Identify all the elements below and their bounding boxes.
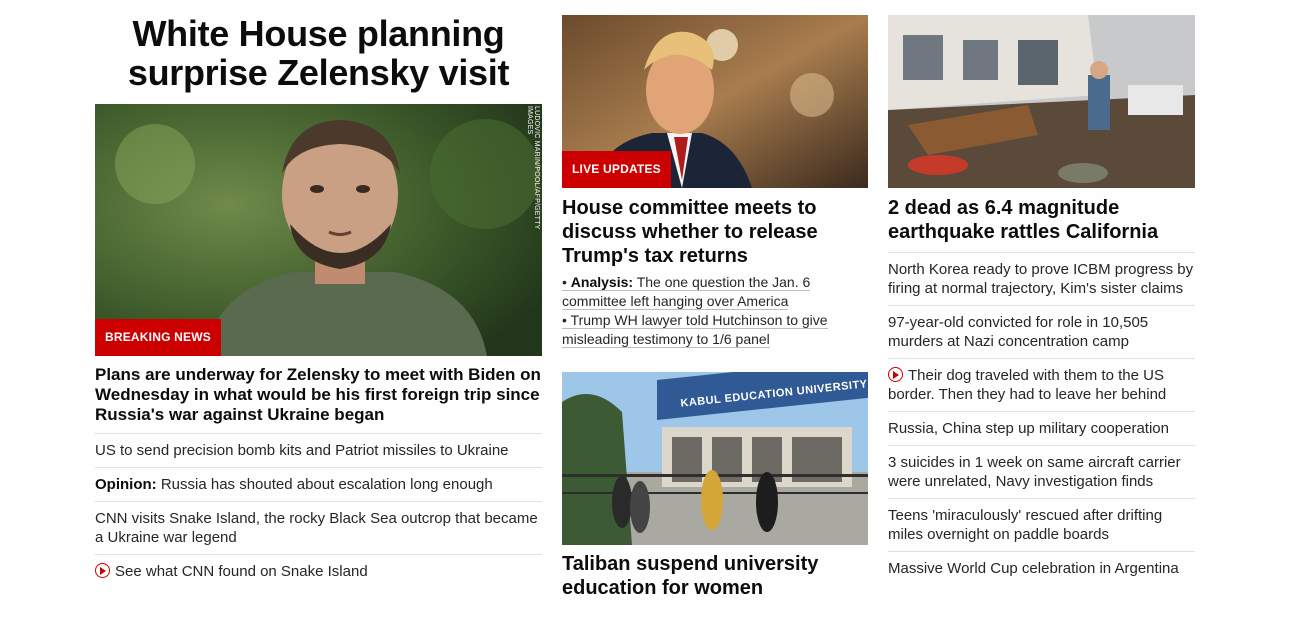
live-updates-badge: LIVE UPDATES <box>562 151 671 188</box>
analysis-label: Analysis: <box>570 274 634 290</box>
list-item[interactable]: CNN visits Snake Island, the rocky Black… <box>95 501 542 554</box>
item-text: US to send precision bomb kits and Patri… <box>95 442 509 459</box>
list-item[interactable]: North Korea ready to prove ICBM progress… <box>888 252 1195 305</box>
earthquake-image[interactable] <box>888 15 1195 188</box>
right-column: 2 dead as 6.4 magnitude earthquake rattl… <box>888 0 1195 585</box>
image-credit: LUDOVIC MARIN/POOL/AFP/GETTY IMAGES <box>526 106 540 230</box>
opinion-label: Opinion: <box>95 476 157 493</box>
breaking-news-badge: BREAKING NEWS <box>95 319 221 356</box>
item-text: Teens 'miraculously' rescued after drift… <box>888 507 1163 543</box>
analysis-link[interactable]: • Analysis: The one question the Jan. 6 … <box>562 273 868 311</box>
play-icon <box>95 563 110 578</box>
item-text: Russia has shouted about escalation long… <box>160 476 493 493</box>
list-item[interactable]: Massive World Cup celebration in Argenti… <box>888 551 1195 585</box>
earthquake-headline[interactable]: 2 dead as 6.4 magnitude earthquake rattl… <box>888 196 1195 244</box>
hutchinson-link[interactable]: • Trump WH lawyer told Hutchinson to giv… <box>562 311 868 349</box>
lead-title[interactable]: White House planning surprise Zelensky v… <box>95 14 542 92</box>
list-item[interactable]: See what CNN found on Snake Island <box>95 554 542 588</box>
bullet: • <box>562 274 567 290</box>
item-text: CNN visits Snake Island, the rocky Black… <box>95 510 538 546</box>
taliban-university-image[interactable]: KABUL EDUCATION UNIVERSITY <box>562 372 868 545</box>
list-item[interactable]: Teens 'miraculously' rescued after drift… <box>888 498 1195 551</box>
trump-related-links: • Analysis: The one question the Jan. 6 … <box>562 273 868 349</box>
item-text: 3 suicides in 1 week on same aircraft ca… <box>888 454 1181 490</box>
item-text: Russia, China step up military cooperati… <box>888 420 1169 437</box>
lead-related-list: US to send precision bomb kits and Patri… <box>95 433 542 588</box>
trump-headline[interactable]: House committee meets to discuss whether… <box>562 196 868 268</box>
bullet: • <box>562 312 567 328</box>
item-text: Their dog traveled with them to the US b… <box>888 367 1167 403</box>
item-text: North Korea ready to prove ICBM progress… <box>888 261 1194 297</box>
lead-column: White House planning surprise Zelensky v… <box>95 0 542 588</box>
list-item[interactable]: Their dog traveled with them to the US b… <box>888 358 1195 411</box>
list-item[interactable]: 3 suicides in 1 week on same aircraft ca… <box>888 445 1195 498</box>
right-headline-list: North Korea ready to prove ICBM progress… <box>888 252 1195 585</box>
item-text: Massive World Cup celebration in Argenti… <box>888 560 1179 577</box>
middle-column: LIVE UPDATES House committee meets to di… <box>562 0 868 600</box>
lead-headline[interactable]: Plans are underway for Zelensky to meet … <box>95 365 542 425</box>
list-item[interactable]: Russia, China step up military cooperati… <box>888 411 1195 445</box>
list-item[interactable]: 97-year-old convicted for role in 10,505… <box>888 305 1195 358</box>
trump-image[interactable]: LIVE UPDATES <box>562 15 868 188</box>
play-icon <box>888 367 903 382</box>
list-item[interactable]: Opinion: Russia has shouted about escala… <box>95 467 542 501</box>
taliban-headline[interactable]: Taliban suspend university education for… <box>562 552 868 600</box>
zelensky-image[interactable]: LUDOVIC MARIN/POOL/AFP/GETTY IMAGES BREA… <box>95 104 542 356</box>
link-text: Trump WH lawyer told Hutchinson to give … <box>562 312 828 347</box>
item-text: See what CNN found on Snake Island <box>115 563 368 580</box>
list-item[interactable]: US to send precision bomb kits and Patri… <box>95 433 542 467</box>
item-text: 97-year-old convicted for role in 10,505… <box>888 314 1149 350</box>
